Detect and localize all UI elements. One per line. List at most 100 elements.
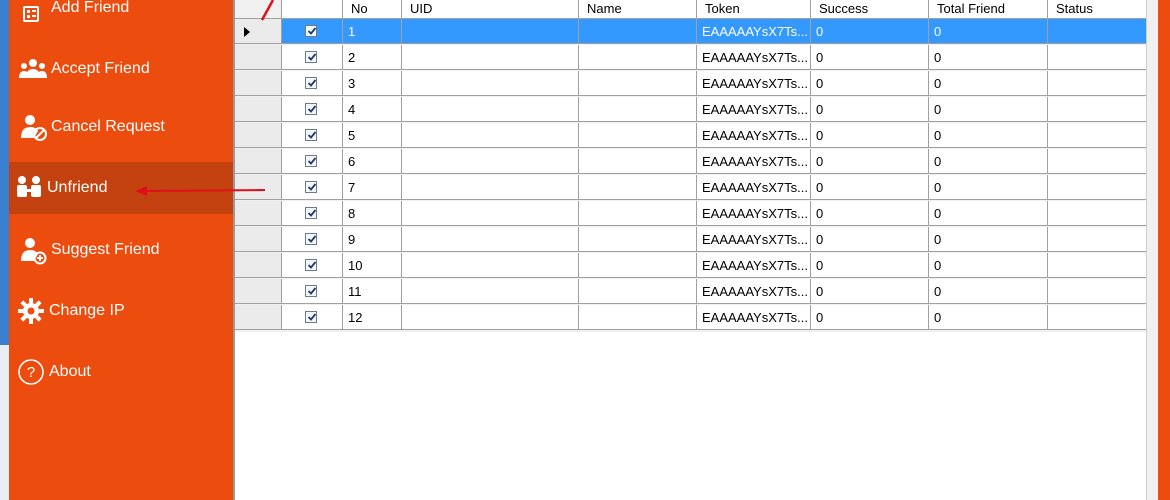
status-cell[interactable] (1048, 279, 1148, 304)
total-friend-cell[interactable]: 0 (929, 45, 1048, 70)
uid-cell[interactable] (402, 305, 579, 330)
total-friend-cell[interactable]: 0 (929, 97, 1048, 122)
success-cell[interactable]: 0 (811, 175, 929, 200)
row-header[interactable] (235, 175, 282, 200)
total-friend-cell[interactable]: 0 (929, 123, 1048, 148)
no-cell[interactable]: 7 (343, 175, 402, 200)
table-row[interactable]: 2 EAAAAAYsX7Ts... 0 0 (235, 45, 1148, 71)
row-header[interactable] (235, 97, 282, 122)
token-cell[interactable]: EAAAAAYsX7Ts... (697, 279, 811, 304)
status-cell[interactable] (1048, 97, 1148, 122)
status-cell[interactable] (1048, 201, 1148, 226)
success-cell[interactable]: 0 (811, 201, 929, 226)
total-friend-cell[interactable]: 0 (929, 227, 1048, 252)
row-header[interactable] (235, 305, 282, 330)
success-cell[interactable]: 0 (811, 305, 929, 330)
no-cell[interactable]: 2 (343, 45, 402, 70)
name-cell[interactable] (579, 279, 697, 304)
token-cell[interactable]: EAAAAAYsX7Ts... (697, 19, 811, 44)
row-header[interactable] (235, 149, 282, 174)
sidebar-item-unfriend[interactable]: Unfriend (9, 162, 233, 214)
column-header-name[interactable]: Name (579, 0, 697, 19)
name-cell[interactable] (579, 253, 697, 278)
table-row[interactable]: 6 EAAAAAYsX7Ts... 0 0 (235, 149, 1148, 175)
uid-cell[interactable] (402, 201, 579, 226)
table-row[interactable]: 12 EAAAAAYsX7Ts... 0 0 (235, 305, 1148, 331)
total-friend-cell[interactable]: 0 (929, 305, 1048, 330)
success-cell[interactable]: 0 (811, 227, 929, 252)
table-row[interactable]: 5 EAAAAAYsX7Ts... 0 0 (235, 123, 1148, 149)
success-cell[interactable]: 0 (811, 97, 929, 122)
no-cell[interactable]: 5 (343, 123, 402, 148)
row-header[interactable] (235, 45, 282, 70)
row-checkbox[interactable] (305, 259, 317, 271)
status-cell[interactable] (1048, 253, 1148, 278)
row-header[interactable] (235, 71, 282, 96)
name-cell[interactable] (579, 97, 697, 122)
name-cell[interactable] (579, 201, 697, 226)
token-cell[interactable]: EAAAAAYsX7Ts... (697, 305, 811, 330)
sidebar-item-change-ip[interactable]: Change IP (9, 285, 233, 337)
uid-cell[interactable] (402, 123, 579, 148)
token-cell[interactable]: EAAAAAYsX7Ts... (697, 253, 811, 278)
name-cell[interactable] (579, 71, 697, 96)
total-friend-cell[interactable]: 0 (929, 149, 1048, 174)
uid-cell[interactable] (402, 45, 579, 70)
token-cell[interactable]: EAAAAAYsX7Ts... (697, 123, 811, 148)
name-cell[interactable] (579, 227, 697, 252)
no-cell[interactable]: 4 (343, 97, 402, 122)
row-checkbox[interactable] (305, 103, 317, 115)
sidebar-item-about[interactable]: ? About (9, 346, 233, 398)
success-cell[interactable]: 0 (811, 253, 929, 278)
no-cell[interactable]: 1 (343, 19, 402, 44)
sidebar-item-add-friend[interactable]: Add Friend (9, 0, 233, 34)
row-header[interactable] (235, 227, 282, 252)
success-cell[interactable]: 0 (811, 45, 929, 70)
no-cell[interactable]: 12 (343, 305, 402, 330)
name-cell[interactable] (579, 19, 697, 44)
status-cell[interactable] (1048, 149, 1148, 174)
success-cell[interactable]: 0 (811, 71, 929, 96)
name-cell[interactable] (579, 149, 697, 174)
uid-cell[interactable] (402, 149, 579, 174)
row-checkbox[interactable] (305, 285, 317, 297)
row-checkbox[interactable] (305, 129, 317, 141)
name-cell[interactable] (579, 123, 697, 148)
sidebar-item-accept-friend[interactable]: Accept Friend (9, 43, 233, 95)
uid-cell[interactable] (402, 71, 579, 96)
total-friend-cell[interactable]: 0 (929, 19, 1048, 44)
token-cell[interactable]: EAAAAAYsX7Ts... (697, 45, 811, 70)
token-cell[interactable]: EAAAAAYsX7Ts... (697, 227, 811, 252)
success-cell[interactable]: 0 (811, 123, 929, 148)
column-header-check[interactable] (282, 0, 343, 19)
row-header[interactable] (235, 253, 282, 278)
row-header[interactable] (235, 123, 282, 148)
total-friend-cell[interactable]: 0 (929, 253, 1048, 278)
row-checkbox[interactable] (305, 233, 317, 245)
token-cell[interactable]: EAAAAAYsX7Ts... (697, 175, 811, 200)
table-row[interactable]: 11 EAAAAAYsX7Ts... 0 0 (235, 279, 1148, 305)
no-cell[interactable]: 8 (343, 201, 402, 226)
sidebar-item-suggest-friend[interactable]: Suggest Friend (9, 224, 233, 276)
status-cell[interactable] (1048, 305, 1148, 330)
total-friend-cell[interactable]: 0 (929, 71, 1048, 96)
table-row[interactable]: 1 EAAAAAYsX7Ts... 0 0 (235, 19, 1148, 45)
table-row[interactable]: 3 EAAAAAYsX7Ts... 0 0 (235, 71, 1148, 97)
row-checkbox[interactable] (305, 155, 317, 167)
success-cell[interactable]: 0 (811, 19, 929, 44)
total-friend-cell[interactable]: 0 (929, 175, 1048, 200)
name-cell[interactable] (579, 305, 697, 330)
total-friend-cell[interactable]: 0 (929, 279, 1048, 304)
row-header[interactable] (235, 201, 282, 226)
uid-cell[interactable] (402, 175, 579, 200)
total-friend-cell[interactable]: 0 (929, 201, 1048, 226)
uid-cell[interactable] (402, 227, 579, 252)
row-header[interactable] (235, 279, 282, 304)
table-row[interactable]: 4 EAAAAAYsX7Ts... 0 0 (235, 97, 1148, 123)
name-cell[interactable] (579, 175, 697, 200)
token-cell[interactable]: EAAAAAYsX7Ts... (697, 71, 811, 96)
uid-cell[interactable] (402, 19, 579, 44)
status-cell[interactable] (1048, 19, 1148, 44)
row-header[interactable] (235, 19, 282, 44)
table-row[interactable]: 8 EAAAAAYsX7Ts... 0 0 (235, 201, 1148, 227)
